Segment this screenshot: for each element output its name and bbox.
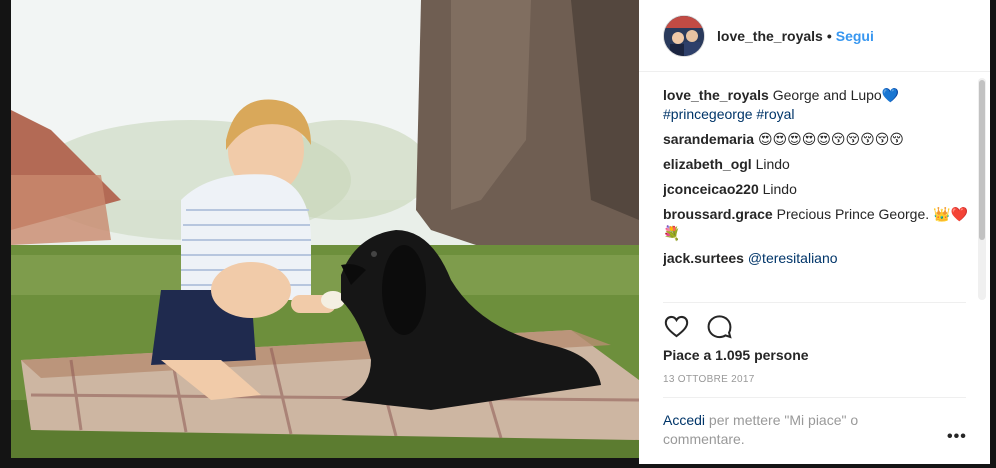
post-side-panel: love_the_royals • Segui love_the_royals … bbox=[639, 0, 990, 464]
comment-username[interactable]: broussard.grace bbox=[663, 206, 773, 222]
comment-username[interactable]: jconceicao220 bbox=[663, 181, 759, 197]
login-link[interactable]: Accedi bbox=[663, 412, 705, 428]
comment-text: Lindo bbox=[755, 156, 790, 172]
avatar-image bbox=[664, 15, 704, 56]
login-prompt: Accedi per mettere "Mi piace" o commenta… bbox=[663, 411, 923, 449]
list-item: sarandemaria 😍😍😍😍😍😚😚😚😚😚 bbox=[663, 130, 978, 149]
comment-username[interactable]: jack.surtees bbox=[663, 250, 744, 266]
heart-icon[interactable] bbox=[663, 313, 690, 340]
post-header: love_the_royals • Segui bbox=[639, 0, 990, 72]
comment-hashtags[interactable]: #princegeorge #royal bbox=[663, 106, 795, 122]
header-separator: • bbox=[826, 27, 832, 44]
post-actions bbox=[663, 311, 733, 341]
avatar[interactable] bbox=[663, 14, 705, 57]
comment-text: George and Lupo💙 bbox=[772, 87, 900, 103]
list-item: jack.surtees @teresitaliano bbox=[663, 249, 978, 268]
list-item: elizabeth_ogl Lindo bbox=[663, 155, 978, 174]
more-options-icon[interactable]: ••• bbox=[947, 428, 967, 446]
post-date: 13 OTTOBRE 2017 bbox=[663, 374, 755, 385]
scrollbar-thumb[interactable] bbox=[979, 80, 985, 240]
divider bbox=[663, 302, 966, 303]
comments-scrollbar[interactable] bbox=[978, 78, 986, 300]
comment-username[interactable]: elizabeth_ogl bbox=[663, 156, 752, 172]
instagram-post-window: love_the_royals • Segui love_the_royals … bbox=[0, 0, 996, 468]
comment-username[interactable]: love_the_royals bbox=[663, 87, 769, 103]
comment-text: Lindo bbox=[762, 181, 797, 197]
list-item: broussard.grace Precious Prince George. … bbox=[663, 205, 978, 243]
caption-comment: love_the_royals George and Lupo💙 #prince… bbox=[663, 86, 978, 124]
likes-count[interactable]: Piace a 1.095 persone bbox=[663, 347, 809, 363]
follow-button[interactable]: Segui bbox=[836, 28, 874, 44]
comment-text: 😍😍😍😍😍😚😚😚😚😚 bbox=[757, 131, 904, 147]
comment-mention[interactable]: @teresitaliano bbox=[748, 250, 838, 266]
comments-list[interactable]: love_the_royals George and Lupo💙 #prince… bbox=[663, 72, 978, 304]
comment-username[interactable]: sarandemaria bbox=[663, 131, 754, 147]
post-author-username[interactable]: love_the_royals bbox=[717, 28, 823, 44]
divider bbox=[663, 397, 966, 398]
list-item: jconceicao220 Lindo bbox=[663, 180, 978, 199]
comment-icon[interactable] bbox=[706, 313, 733, 340]
photo-illustration bbox=[11, 0, 639, 458]
post-photo[interactable] bbox=[11, 0, 639, 458]
